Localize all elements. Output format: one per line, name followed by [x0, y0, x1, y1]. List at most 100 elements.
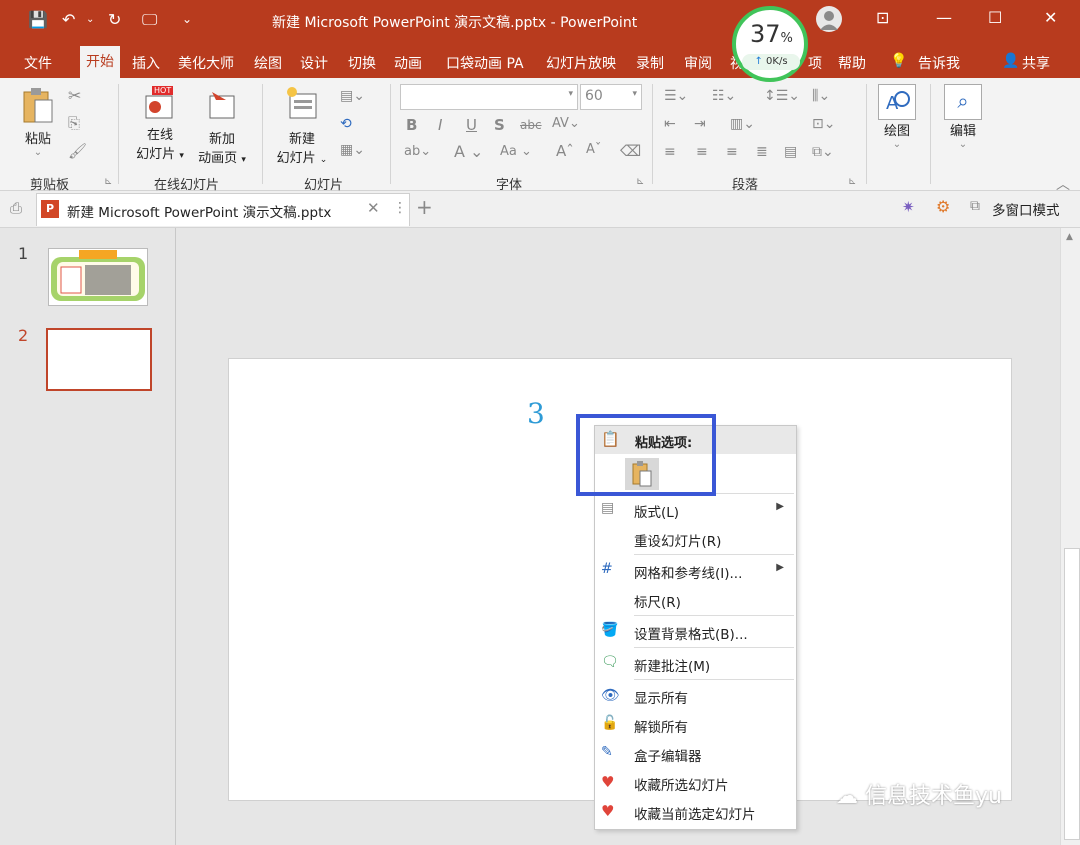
underline-icon[interactable]: U	[466, 116, 477, 134]
tab-file[interactable]: 文件	[24, 53, 52, 73]
clear-format-icon[interactable]: ⌫	[620, 142, 641, 160]
tab-insert[interactable]: 插入	[132, 53, 160, 73]
customize-qat-icon[interactable]: ⌄	[182, 12, 192, 26]
font-launcher-icon[interactable]: ⊾	[636, 176, 644, 187]
new-anim-page-button[interactable]: 新加 动画页 ▾	[192, 86, 252, 166]
close-tab-icon[interactable]: ✕	[367, 199, 380, 217]
font-color-icon[interactable]: A ⌄	[454, 142, 483, 161]
decrease-indent-icon[interactable]: ⇤	[664, 116, 676, 132]
tab-record[interactable]: 录制	[636, 53, 664, 73]
tab-menu-icon[interactable]: ⋮	[393, 200, 407, 216]
char-spacing-icon[interactable]: AV⌄	[552, 116, 580, 131]
paste-label: 粘贴	[24, 132, 51, 147]
reset-icon[interactable]: ⟲	[340, 116, 352, 132]
multi-window-mode[interactable]: 多窗口模式	[992, 199, 1060, 219]
menu-item-unlock-all[interactable]: 🔓 解锁所有	[595, 711, 796, 739]
section-icon[interactable]: ▦⌄	[340, 142, 365, 158]
menu-item-grid-guides[interactable]: # 网格和参考线(I)... ▶	[595, 557, 796, 585]
minimize-icon[interactable]: —	[936, 8, 952, 27]
share-icon[interactable]: 👤	[1002, 53, 1019, 69]
slide-thumbnail[interactable]	[48, 248, 148, 306]
menu-item-ruler[interactable]: 标尺(R)	[595, 586, 796, 614]
numbering-icon[interactable]: ☷⌄	[712, 88, 736, 104]
bullets-icon[interactable]: ☰⌄	[664, 88, 688, 104]
document-tab[interactable]: P 新建 Microsoft PowerPoint 演示文稿.pptx ✕ ⋮	[36, 193, 410, 226]
tab-help[interactable]: 帮助	[838, 53, 866, 73]
align-right-icon[interactable]: ≡	[726, 144, 738, 160]
align-center-icon[interactable]: ≡	[696, 144, 708, 160]
cut-icon[interactable]: ✂	[68, 86, 81, 105]
font-size-combo[interactable]: 60 ▾	[580, 84, 642, 110]
drawing-button[interactable]: A 绘图 ⌄	[874, 84, 920, 150]
menu-item-format-background[interactable]: 🪣 设置背景格式(B)...	[595, 618, 796, 646]
shadow-icon[interactable]: S	[494, 116, 505, 134]
save-icon[interactable]: 💾	[28, 10, 48, 29]
tab-list-icon[interactable]: ⎙	[10, 199, 22, 217]
menu-item-show-all[interactable]: 👁 显示所有	[595, 682, 796, 710]
tab-animations[interactable]: 动画	[394, 53, 422, 73]
tab-pocket-anim[interactable]: 口袋动画 PA	[446, 53, 524, 73]
increase-indent-icon[interactable]: ⇥	[694, 116, 706, 132]
menu-item-new-comment[interactable]: 🗨 新建批注(M)	[595, 650, 796, 678]
undo-icon[interactable]: ↶	[62, 10, 75, 29]
tab-addins[interactable]: 项	[808, 53, 822, 73]
ribbon-display-icon[interactable]: ⊡	[876, 8, 889, 27]
copy-icon[interactable]: ⎘	[68, 114, 80, 132]
menu-item-favorite-selected[interactable]: ♥ 收藏所选幻灯片	[595, 769, 796, 797]
tab-transitions[interactable]: 切换	[348, 53, 376, 73]
close-icon[interactable]: ✕	[1044, 8, 1057, 27]
perf-unit: %	[780, 31, 793, 46]
redo-icon[interactable]: ↻	[108, 10, 121, 29]
smartart-icon[interactable]: ⧉⌄	[812, 144, 834, 160]
undo-dropdown-icon[interactable]: ⌄	[86, 14, 94, 25]
tab-review[interactable]: 审阅	[684, 53, 712, 73]
tab-slideshow[interactable]: 幻灯片放映	[546, 53, 616, 73]
menu-item-favorite-current[interactable]: ♥ 收藏当前选定幻灯片	[595, 798, 796, 826]
magic-icon[interactable]: ✷	[902, 198, 915, 216]
settings-icon[interactable]: ⚙	[936, 197, 950, 216]
grid-icon: #	[601, 561, 613, 577]
paragraph-launcher-icon[interactable]: ⊾	[848, 176, 856, 187]
new-slide-button[interactable]: 新建 幻灯片 ⌄	[270, 86, 334, 166]
online-slide-button[interactable]: HOT 在线 幻灯片 ▾	[130, 86, 190, 162]
scroll-thumb[interactable]	[1064, 548, 1080, 840]
align-left-icon[interactable]: ≡	[664, 144, 676, 160]
tab-design[interactable]: 设计	[300, 53, 328, 73]
change-case-icon[interactable]: ab⌄	[404, 144, 431, 159]
line-spacing-icon[interactable]: ↕☰⌄	[764, 88, 800, 104]
align-text-icon[interactable]: ⊡⌄	[812, 116, 835, 132]
justify-icon[interactable]: ≣	[756, 144, 768, 160]
tab-tell-me[interactable]: 告诉我	[918, 53, 960, 73]
text-direction-icon[interactable]: ⫼⌄	[812, 88, 830, 104]
menu-item-layout[interactable]: ▤ 版式(L) ▶	[595, 496, 796, 524]
layout-icon[interactable]: ▤⌄	[340, 88, 365, 104]
bold-icon[interactable]: B	[406, 116, 417, 134]
user-avatar[interactable]	[816, 6, 842, 32]
scroll-up-icon[interactable]: ▲	[1066, 232, 1073, 242]
new-tab-icon[interactable]: +	[416, 195, 433, 219]
perf-monitor-widget[interactable]: 37% ↑ 0K/s	[732, 6, 808, 82]
menu-item-box-editor[interactable]: ✎ 盒子编辑器	[595, 740, 796, 768]
tab-home[interactable]: 开始	[80, 46, 120, 78]
italic-icon[interactable]: I	[438, 116, 442, 134]
clipboard-launcher-icon[interactable]: ⊾	[104, 176, 112, 187]
multi-window-icon[interactable]: ⧉	[970, 198, 980, 214]
strikethrough-icon[interactable]: abc	[520, 118, 542, 132]
grow-font-icon[interactable]: Aˆ	[556, 142, 574, 160]
distribute-icon[interactable]: ▤	[784, 144, 797, 160]
font-size-options-icon[interactable]: Aa ⌄	[500, 144, 532, 159]
editing-button[interactable]: ⌕ 编辑 ⌄	[940, 84, 986, 150]
slide-thumbnail-selected[interactable]	[46, 328, 152, 391]
paste-button[interactable]: 粘贴 ⌄	[18, 86, 58, 158]
shrink-font-icon[interactable]: Aˇ	[586, 142, 601, 157]
format-painter-icon[interactable]: 🖌	[68, 142, 87, 160]
tab-share[interactable]: 共享	[1022, 53, 1050, 73]
tab-draw[interactable]: 绘图	[254, 53, 282, 73]
menu-item-reset-slide[interactable]: 重设幻灯片(R)	[595, 525, 796, 553]
tab-beautify[interactable]: 美化大师	[178, 53, 234, 73]
present-icon[interactable]: 🖵	[142, 10, 157, 30]
font-name-combo[interactable]: ▾	[400, 84, 578, 110]
maximize-icon[interactable]: ☐	[988, 8, 1002, 27]
vertical-scrollbar[interactable]: ▲	[1060, 228, 1080, 845]
columns-icon[interactable]: ▥⌄	[730, 116, 755, 132]
